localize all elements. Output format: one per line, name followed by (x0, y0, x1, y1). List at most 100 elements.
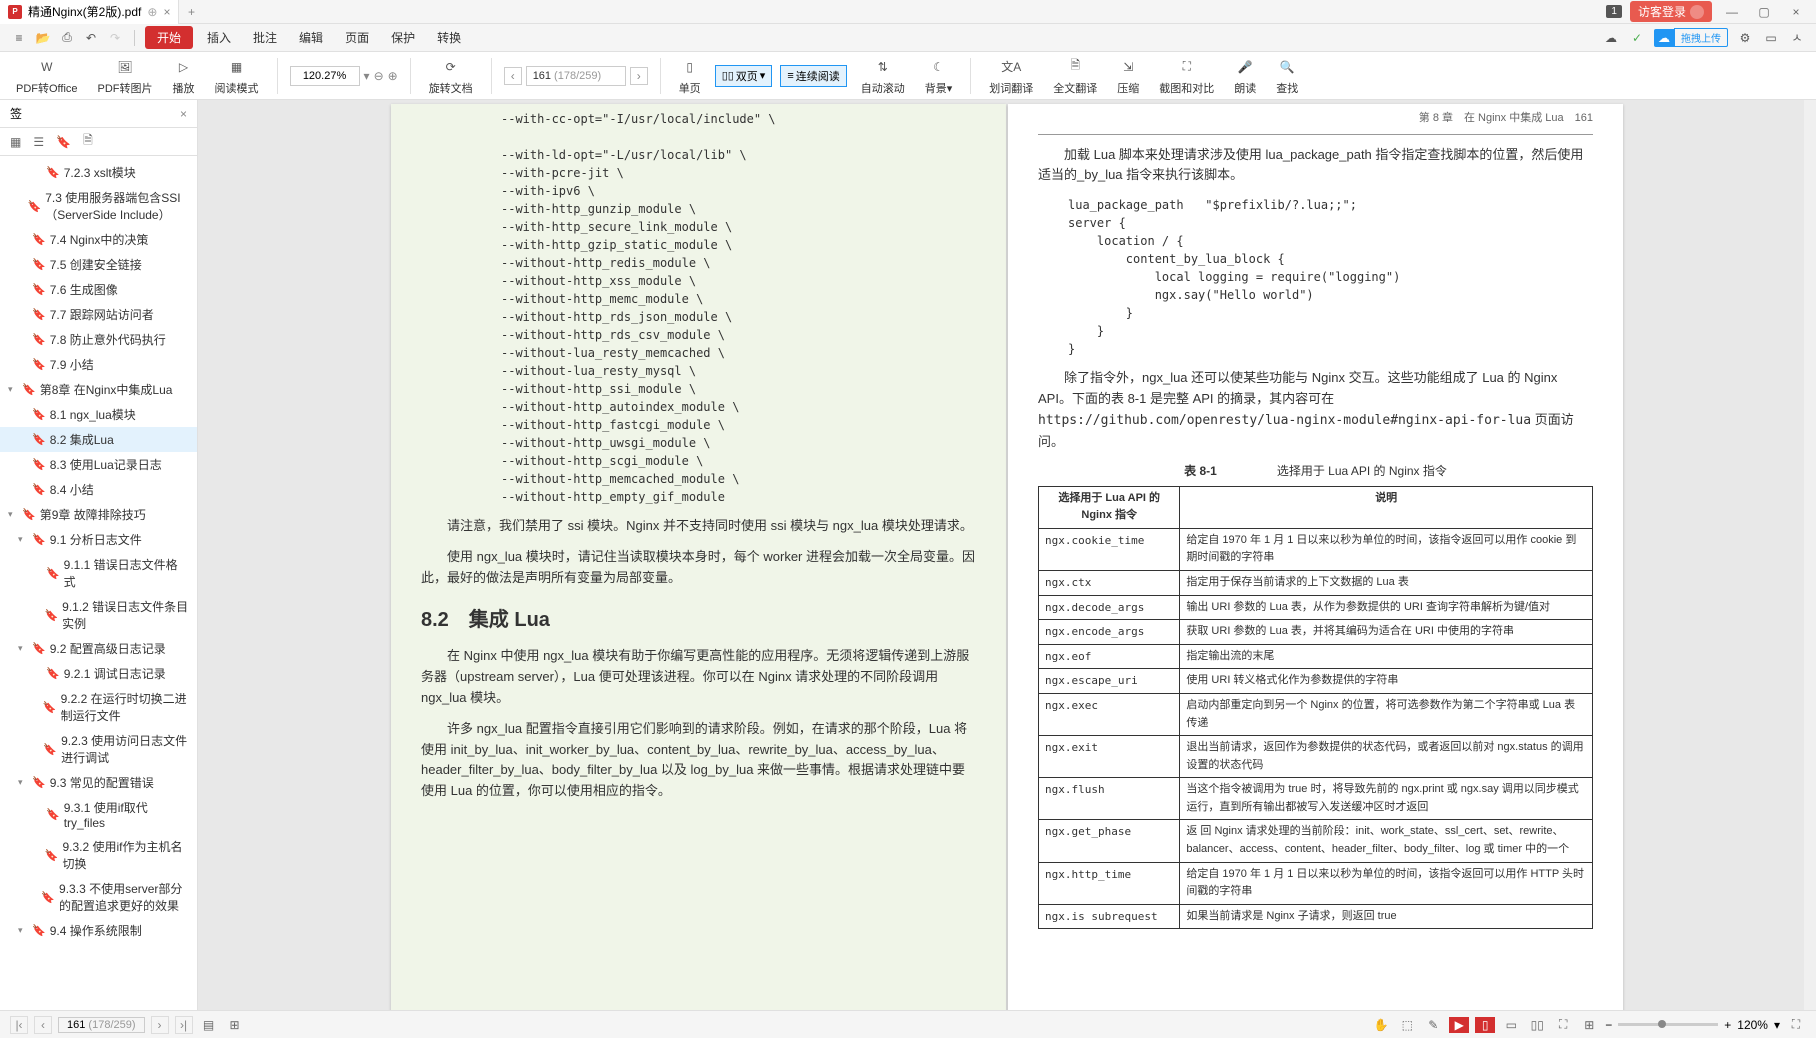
menu-edit[interactable]: 编辑 (291, 26, 331, 49)
sb-page-display[interactable]: 161 (178/259) (58, 1017, 145, 1033)
window-close-icon[interactable]: × (1784, 2, 1808, 22)
attachment-tab-icon[interactable]: 🗎 (83, 131, 93, 152)
find-button[interactable]: 🔍 查找 (1270, 54, 1304, 98)
compress-button[interactable]: ⇲ 压缩 (1111, 54, 1145, 98)
tab-pin-icon[interactable]: ⊕ (147, 5, 157, 19)
outline-item[interactable]: 🔖7.3 使用服务器端包含SSI（ServerSide Include） (0, 185, 197, 227)
maximize-icon[interactable]: ▢ (1752, 2, 1776, 22)
collapse-icon[interactable]: ㅅ (1788, 29, 1806, 47)
bookmark-tab-icon[interactable]: 🔖 (56, 135, 71, 149)
screenshot-compare-button[interactable]: ⛶ 截图和对比 (1153, 54, 1220, 98)
sb-next-button[interactable]: › (151, 1016, 169, 1034)
upload-button[interactable]: ☁ 拖拽上传 (1654, 28, 1728, 47)
chevron-down-icon[interactable]: ▾ (760, 69, 766, 82)
outline-item[interactable]: 🔖8.2 集成Lua (0, 427, 197, 452)
print-icon[interactable]: ⎙ (58, 29, 76, 47)
sb-view4-icon[interactable]: ▯▯ (1527, 1017, 1547, 1033)
outline-item[interactable]: ▾🔖9.4 操作系统限制 (0, 918, 197, 943)
page-next-button[interactable]: › (630, 67, 648, 85)
outline-item[interactable]: 🔖9.3.1 使用if取代try_files (0, 795, 197, 834)
sb-prev-button[interactable]: ‹ (34, 1016, 52, 1034)
dual-page-button[interactable]: ▯▯ 双页 ▾ (715, 65, 773, 87)
play-button[interactable]: ▷ 播放 (167, 54, 201, 98)
sb-first-button[interactable]: |‹ (10, 1016, 28, 1034)
single-page-button[interactable]: ▯ 单页 (673, 54, 707, 98)
outline-item[interactable]: 🔖9.1.1 错误日志文件格式 (0, 552, 197, 594)
sb-cursor-icon[interactable]: ⬚ (1397, 1017, 1417, 1033)
cloud-icon[interactable]: ☁ (1602, 29, 1620, 47)
slider-thumb[interactable] (1658, 1020, 1666, 1028)
sb-bookmark-icon[interactable]: ⊞ (225, 1017, 245, 1033)
thumbnail-tab-icon[interactable]: ▦ (10, 135, 21, 149)
folder-open-icon[interactable]: 📂 (34, 29, 52, 47)
sidebar-close-icon[interactable]: × (180, 107, 187, 121)
outline-item[interactable]: 🔖9.2.2 在运行时切换二进制运行文件 (0, 686, 197, 728)
outline-item[interactable]: 🔖9.3.2 使用if作为主机名切换 (0, 834, 197, 876)
outline-item[interactable]: 🔖7.7 跟踪网站访问者 (0, 302, 197, 327)
menu-page[interactable]: 页面 (337, 26, 377, 49)
read-mode-button[interactable]: ▦ 阅读模式 (209, 54, 265, 98)
outline-item[interactable]: 🔖9.2.1 调试日志记录 (0, 661, 197, 686)
sb-annotate-icon[interactable]: ✎ (1423, 1017, 1443, 1033)
chevron-down-icon[interactable]: ▾ (364, 69, 370, 83)
outline-item[interactable]: 🔖7.5 创建安全链接 (0, 252, 197, 277)
sb-fit-icon[interactable]: ⛶ (1553, 1017, 1573, 1033)
zoom-in-icon[interactable]: ⊕ (388, 69, 398, 83)
outline-item[interactable]: 🔖9.2.3 使用访问日志文件进行调试 (0, 728, 197, 770)
undo-icon[interactable]: ↶ (82, 29, 100, 47)
auto-scroll-button[interactable]: ⇅ 自动滚动 (855, 54, 911, 98)
settings-icon[interactable]: ⚙ (1736, 29, 1754, 47)
continuous-read-button[interactable]: ≡ 连续阅读 (780, 65, 846, 87)
page-input[interactable]: 161 (178/259) (526, 66, 626, 86)
outline-item[interactable]: 🔖8.4 小结 (0, 477, 197, 502)
outline-item[interactable]: ▾🔖第9章 故障排除技巧 (0, 502, 197, 527)
outline-item[interactable]: ▾🔖第8章 在Nginx中集成Lua (0, 377, 197, 402)
outline-item[interactable]: 🔖7.6 生成图像 (0, 277, 197, 302)
content-area[interactable]: --with-cc-opt="-I/usr/local/include" \ -… (198, 100, 1816, 1038)
outline-item[interactable]: 🔖7.8 防止意外代码执行 (0, 327, 197, 352)
sb-zoom-out-icon[interactable]: − (1605, 1018, 1612, 1032)
sync-icon[interactable]: ✓ (1628, 29, 1646, 47)
menu-protect[interactable]: 保护 (383, 26, 423, 49)
outline-item[interactable]: 🔖7.4 Nginx中的决策 (0, 227, 197, 252)
outline-item[interactable]: 🔖9.1.2 错误日志文件条目实例 (0, 594, 197, 636)
menu-annotate[interactable]: 批注 (245, 26, 285, 49)
notification-badge[interactable]: 1 (1606, 5, 1622, 18)
rotate-button[interactable]: ⟳ 旋转文档 (423, 54, 479, 98)
support-icon[interactable]: ▭ (1762, 29, 1780, 47)
outline-item[interactable]: ▾🔖9.2 配置高级日志记录 (0, 636, 197, 661)
menu-start[interactable]: 开始 (145, 26, 193, 49)
menu-insert[interactable]: 插入 (199, 26, 239, 49)
add-tab-button[interactable]: + (179, 0, 203, 24)
pdf-to-image-button[interactable]: 🖼 PDF转图片 (92, 54, 159, 98)
outline-item[interactable]: 🔖9.3.3 不使用server部分的配置追求更好的效果 (0, 876, 197, 918)
menu-convert[interactable]: 转换 (429, 26, 469, 49)
chevron-down-icon[interactable]: ▾ (1774, 1018, 1780, 1032)
close-icon[interactable]: × (163, 5, 170, 19)
full-translate-button[interactable]: 🗎 全文翻译 (1047, 54, 1103, 98)
outline-item[interactable]: 🔖7.9 小结 (0, 352, 197, 377)
pdf-to-office-button[interactable]: W PDF转Office (10, 54, 84, 98)
scrollbar[interactable] (1804, 100, 1816, 1010)
sb-settings-icon[interactable]: ⊞ (1579, 1017, 1599, 1033)
sb-view3-icon[interactable]: ▭ (1501, 1017, 1521, 1033)
zoom-input[interactable] (290, 66, 360, 86)
background-button[interactable]: ☾ 背景▾ (919, 54, 959, 98)
sb-zoom-in-icon[interactable]: + (1724, 1018, 1731, 1032)
redo-icon[interactable]: ↷ (106, 29, 124, 47)
outline-item[interactable]: 🔖8.1 ngx_lua模块 (0, 402, 197, 427)
word-translate-button[interactable]: 文A 划词翻译 (983, 54, 1039, 98)
sb-zoom-value[interactable]: 120% (1737, 1018, 1768, 1032)
sb-fullscreen-icon[interactable]: ⛶ (1786, 1017, 1806, 1033)
sb-view1-icon[interactable]: ▶ (1449, 1017, 1469, 1033)
zoom-out-icon[interactable]: ⊖ (374, 69, 384, 83)
sb-hand-icon[interactable]: ✋ (1371, 1017, 1391, 1033)
outline-tab-icon[interactable]: ☰ (33, 135, 44, 149)
outline-item[interactable]: 🔖8.3 使用Lua记录日志 (0, 452, 197, 477)
sb-last-button[interactable]: ›| (175, 1016, 193, 1034)
outline-item[interactable]: ▾🔖9.3 常见的配置错误 (0, 770, 197, 795)
zoom-slider[interactable] (1618, 1023, 1718, 1026)
menu-icon[interactable]: ≡ (10, 29, 28, 47)
document-tab[interactable]: P 精通Nginx(第2版).pdf ⊕ × (0, 0, 179, 24)
login-button[interactable]: 访客登录 (1630, 1, 1712, 22)
